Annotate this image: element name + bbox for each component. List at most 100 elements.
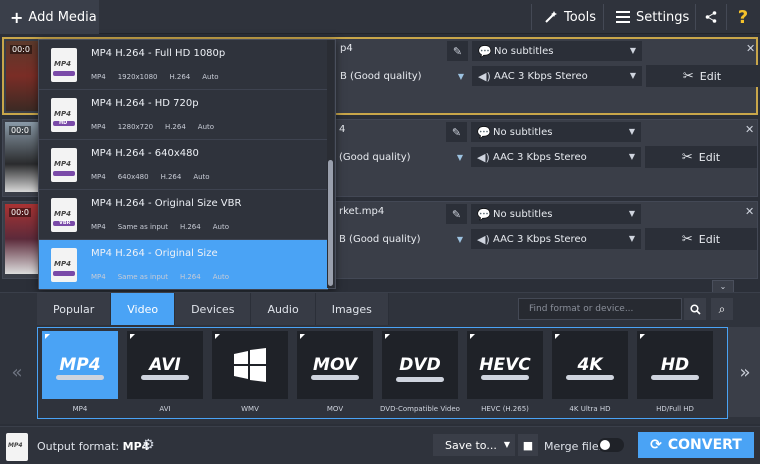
format-tile-avi[interactable]: AVI AVI	[127, 331, 203, 417]
caret-down-icon: ▼	[628, 127, 635, 136]
tab-images[interactable]: Images	[315, 293, 389, 325]
remove-file-icon[interactable]: ✕	[745, 123, 754, 136]
audio-dropdown[interactable]: ◀) AAC 3 Kbps Stereo ▼	[471, 229, 641, 249]
format-tile-hd[interactable]: HD HD/Full HD	[637, 331, 713, 417]
convert-label: CONVERT	[667, 437, 742, 453]
search-button[interactable]	[684, 298, 706, 320]
format-label: MP4	[72, 405, 88, 413]
share-button[interactable]	[698, 0, 724, 34]
detect-device-button[interactable]: ⌕	[711, 298, 733, 320]
speech-bubble-icon: 💬	[478, 45, 492, 58]
preset-details: MP4 640x480 H.264 Auto	[91, 173, 210, 181]
audio-dropdown[interactable]: ◀) AAC 3 Kbps Stereo ▼	[472, 66, 642, 86]
save-to-label: Save to...	[445, 438, 497, 452]
preset-item[interactable]: MP4 VBR MP4 H.264 - Original Size VBR MP4…	[39, 190, 328, 240]
convert-button[interactable]: ⟳ CONVERT	[638, 432, 754, 458]
format-label: DVD-Compatible Video	[380, 405, 460, 413]
duration-label: 00:0	[9, 208, 31, 217]
menu-icon	[616, 11, 630, 23]
video-thumbnail[interactable]: 00:0	[6, 41, 42, 111]
caret-down-icon: ▼	[628, 234, 635, 243]
quality-dropdown[interactable]: B (Good quality) ▼	[339, 229, 467, 249]
edit-label: Edit	[698, 232, 721, 246]
output-format-icon[interactable]: MP4	[6, 433, 28, 461]
quality-dropdown[interactable]: B (Good quality) ▼	[340, 66, 468, 86]
subtitles-value: No subtitles	[494, 45, 554, 57]
preset-scrollbar[interactable]	[327, 40, 334, 288]
caret-down-icon: ▼	[457, 72, 464, 81]
subtitles-dropdown[interactable]: 💬 No subtitles ▼	[471, 122, 641, 142]
format-tile-mov[interactable]: MOV MOV	[297, 331, 373, 417]
tab-audio[interactable]: Audio	[251, 293, 316, 325]
mp4-file-icon: MP4	[51, 148, 77, 182]
remove-file-icon[interactable]: ✕	[745, 205, 754, 218]
audio-dropdown[interactable]: ◀) AAC 3 Kbps Stereo ▼	[471, 147, 641, 167]
format-label: MOV	[326, 405, 344, 413]
icon-tag: MP4	[54, 60, 71, 68]
toolbar-divider	[603, 4, 604, 30]
merge-files-toggle[interactable]	[598, 438, 624, 452]
speech-bubble-icon: 💬	[477, 126, 491, 139]
format-tile-4k[interactable]: 4K 4K Ultra HD	[552, 331, 628, 417]
preset-item-selected[interactable]: MP4 MP4 H.264 - Original Size MP4 Same as…	[39, 240, 328, 290]
mov-logo: MOV	[313, 355, 357, 375]
pencil-icon: ✎	[451, 207, 462, 221]
format-label: 4K Ultra HD	[569, 405, 611, 413]
dvd-logo: DVD	[399, 355, 441, 375]
format-tile-wmv[interactable]: WMV	[212, 331, 288, 417]
magic-wand-icon	[545, 11, 557, 23]
tab-devices[interactable]: Devices	[175, 293, 252, 325]
subtitles-dropdown[interactable]: 💬 No subtitles ▼	[471, 204, 641, 224]
preset-item[interactable]: MP4 HD MP4 H.264 - HD 720p MP4 1280x720 H.2…	[39, 90, 328, 140]
quality-dropdown[interactable]: (Good quality) ▼	[339, 147, 467, 167]
video-thumbnail[interactable]: 00:0	[5, 204, 41, 274]
edit-button[interactable]: ✂ Edit	[646, 65, 758, 87]
gear-icon[interactable]: ⚙	[142, 437, 155, 453]
preset-item[interactable]: MP4 MP4 H.264 - Full HD 1080p MP4 1920x10…	[39, 40, 328, 90]
tools-button[interactable]: Tools	[534, 0, 600, 34]
preset-details: MP4 1920x1080 H.264 Auto	[91, 73, 219, 81]
pencil-icon: ✎	[451, 125, 462, 139]
tab-video[interactable]: Video	[111, 293, 176, 325]
format-tile-dvd[interactable]: DVD DVD-Compatible Video	[380, 331, 460, 417]
scrollbar-thumb[interactable]	[328, 160, 333, 286]
scissors-icon: ✂	[681, 231, 693, 247]
mp4-file-icon: MP4	[51, 48, 77, 82]
help-button[interactable]: ?	[728, 0, 758, 34]
video-thumbnail[interactable]: 00:0	[5, 122, 41, 192]
chevron-left-icon: «	[11, 361, 23, 383]
edit-button[interactable]: ✂ Edit	[645, 146, 757, 168]
format-tiles: MP4 MP4 AVI AVI WMV MOV MOV DVD DVD-Comp…	[37, 327, 728, 419]
rename-button[interactable]: ✎	[447, 41, 468, 61]
scroll-left-button[interactable]: «	[0, 327, 34, 417]
format-search-input[interactable]: Find format or device...	[518, 298, 682, 320]
preset-details: MP4 Same as input H.264 Auto	[91, 223, 229, 231]
speaker-icon: ◀)	[477, 151, 490, 164]
open-folder-button[interactable]: ■	[518, 434, 538, 456]
settings-label: Settings	[636, 9, 690, 25]
speaker-icon: ◀)	[477, 233, 490, 246]
preset-name: MP4 H.264 - Original Size	[91, 248, 218, 259]
hevc-logo: HEVC	[479, 355, 531, 375]
scissors-icon: ✂	[682, 68, 694, 84]
save-to-dropdown[interactable]: Save to... ▼	[433, 434, 515, 456]
hd-logo: HD	[660, 355, 690, 375]
preset-item[interactable]: MP4 MP4 H.264 - 640x480 MP4 640x480 H.264 A…	[39, 140, 328, 190]
rename-button[interactable]: ✎	[446, 122, 467, 142]
rename-button[interactable]: ✎	[446, 204, 467, 224]
tools-label: Tools	[564, 9, 597, 25]
scroll-right-button[interactable]: »	[728, 327, 760, 417]
remove-file-icon[interactable]: ✕	[746, 42, 755, 55]
subtitles-value: No subtitles	[493, 208, 553, 220]
settings-button[interactable]: Settings	[606, 0, 694, 34]
add-media-button[interactable]: + Add Media	[0, 0, 99, 34]
format-tile-mp4[interactable]: MP4 MP4	[42, 331, 118, 417]
duration-label: 00:0	[10, 45, 32, 54]
tab-popular[interactable]: Popular	[37, 293, 112, 325]
audio-value: AAC 3 Kbps Stereo	[493, 233, 587, 245]
subtitles-dropdown[interactable]: 💬 No subtitles ▼	[472, 41, 642, 61]
top-toolbar: + Add Media Tools Settings ?	[0, 0, 760, 34]
quality-value: (Good quality)	[339, 151, 411, 163]
edit-button[interactable]: ✂ Edit	[645, 228, 757, 250]
format-tile-hevc[interactable]: HEVC HEVC (H.265)	[467, 331, 543, 417]
